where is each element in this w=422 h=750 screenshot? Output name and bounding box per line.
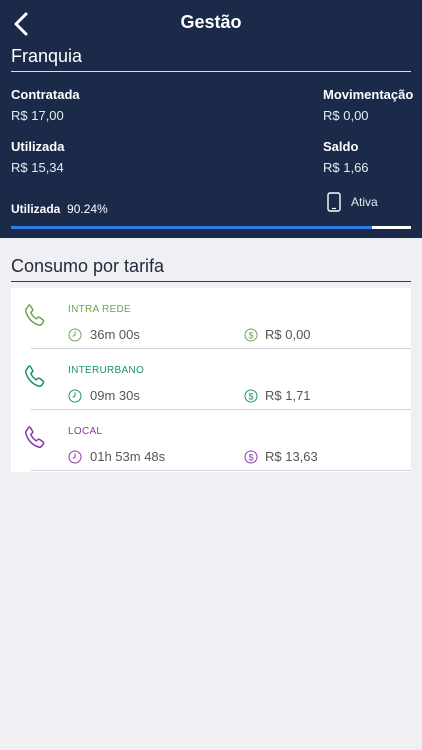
tariff-row[interactable]: INTRA REDE 36m 00s $ R$ 0,00 bbox=[11, 288, 411, 349]
tariff-duration: 01h 53m 48s bbox=[90, 449, 166, 464]
header-panel: Gestão Franquia Contratada R$ 17,00 Movi… bbox=[0, 0, 422, 238]
utilizada-value: R$ 15,34 bbox=[11, 160, 64, 175]
phone-icon bbox=[25, 426, 45, 448]
page-title: Gestão bbox=[180, 12, 242, 32]
contratada-label: Contratada bbox=[11, 87, 80, 102]
dollar-coin-icon: $ bbox=[244, 389, 258, 403]
clock-icon bbox=[68, 389, 82, 403]
usage-progress-bar bbox=[11, 226, 411, 229]
row-divider bbox=[31, 470, 411, 471]
clock-icon bbox=[68, 450, 82, 464]
tariff-cost: R$ 13,63 bbox=[265, 449, 318, 464]
saldo-label: Saldo bbox=[323, 139, 359, 154]
usage-label: Utilizada bbox=[11, 202, 61, 216]
tariff-duration: 36m 00s bbox=[90, 327, 140, 342]
usage-progress-fill bbox=[11, 226, 372, 229]
usage-percent: 90.24% bbox=[67, 202, 108, 216]
svg-text:$: $ bbox=[248, 452, 253, 462]
divider bbox=[11, 71, 411, 72]
tariff-name: INTRA REDE bbox=[68, 304, 132, 315]
clock-icon bbox=[68, 328, 82, 342]
divider bbox=[11, 281, 411, 282]
dollar-coin-icon: $ bbox=[244, 328, 258, 342]
tariff-row[interactable]: INTERURBANO 09m 30s $ R$ 1,71 bbox=[11, 349, 411, 410]
smartphone-icon bbox=[327, 192, 341, 212]
svg-text:$: $ bbox=[248, 391, 253, 401]
status-text: Ativa bbox=[351, 195, 378, 209]
tariff-list: INTRA REDE 36m 00s $ R$ 0,00 INTERURBANO 09m … bbox=[11, 288, 411, 472]
tariff-name: LOCAL bbox=[68, 426, 103, 437]
tariff-cost: R$ 0,00 bbox=[265, 327, 311, 342]
usage-summary: Utilizada 90.24% bbox=[11, 202, 108, 216]
tariff-row[interactable]: LOCAL 01h 53m 48s $ R$ 13,63 bbox=[11, 410, 411, 471]
tariff-duration: 09m 30s bbox=[90, 388, 140, 403]
dollar-coin-icon: $ bbox=[244, 450, 258, 464]
movimentacao-value: R$ 0,00 bbox=[323, 108, 369, 123]
utilizada-label: Utilizada bbox=[11, 139, 65, 154]
movimentacao-label: Movimentação bbox=[323, 87, 414, 102]
franquia-heading: Franquia bbox=[11, 46, 83, 66]
phone-icon bbox=[25, 304, 45, 326]
phone-icon bbox=[25, 365, 45, 387]
tariff-name: INTERURBANO bbox=[68, 365, 145, 376]
consumo-heading: Consumo por tarifa bbox=[11, 256, 165, 276]
svg-text:$: $ bbox=[248, 330, 253, 340]
saldo-value: R$ 1,66 bbox=[323, 160, 369, 175]
contratada-value: R$ 17,00 bbox=[11, 108, 64, 123]
tariff-cost: R$ 1,71 bbox=[265, 388, 311, 403]
